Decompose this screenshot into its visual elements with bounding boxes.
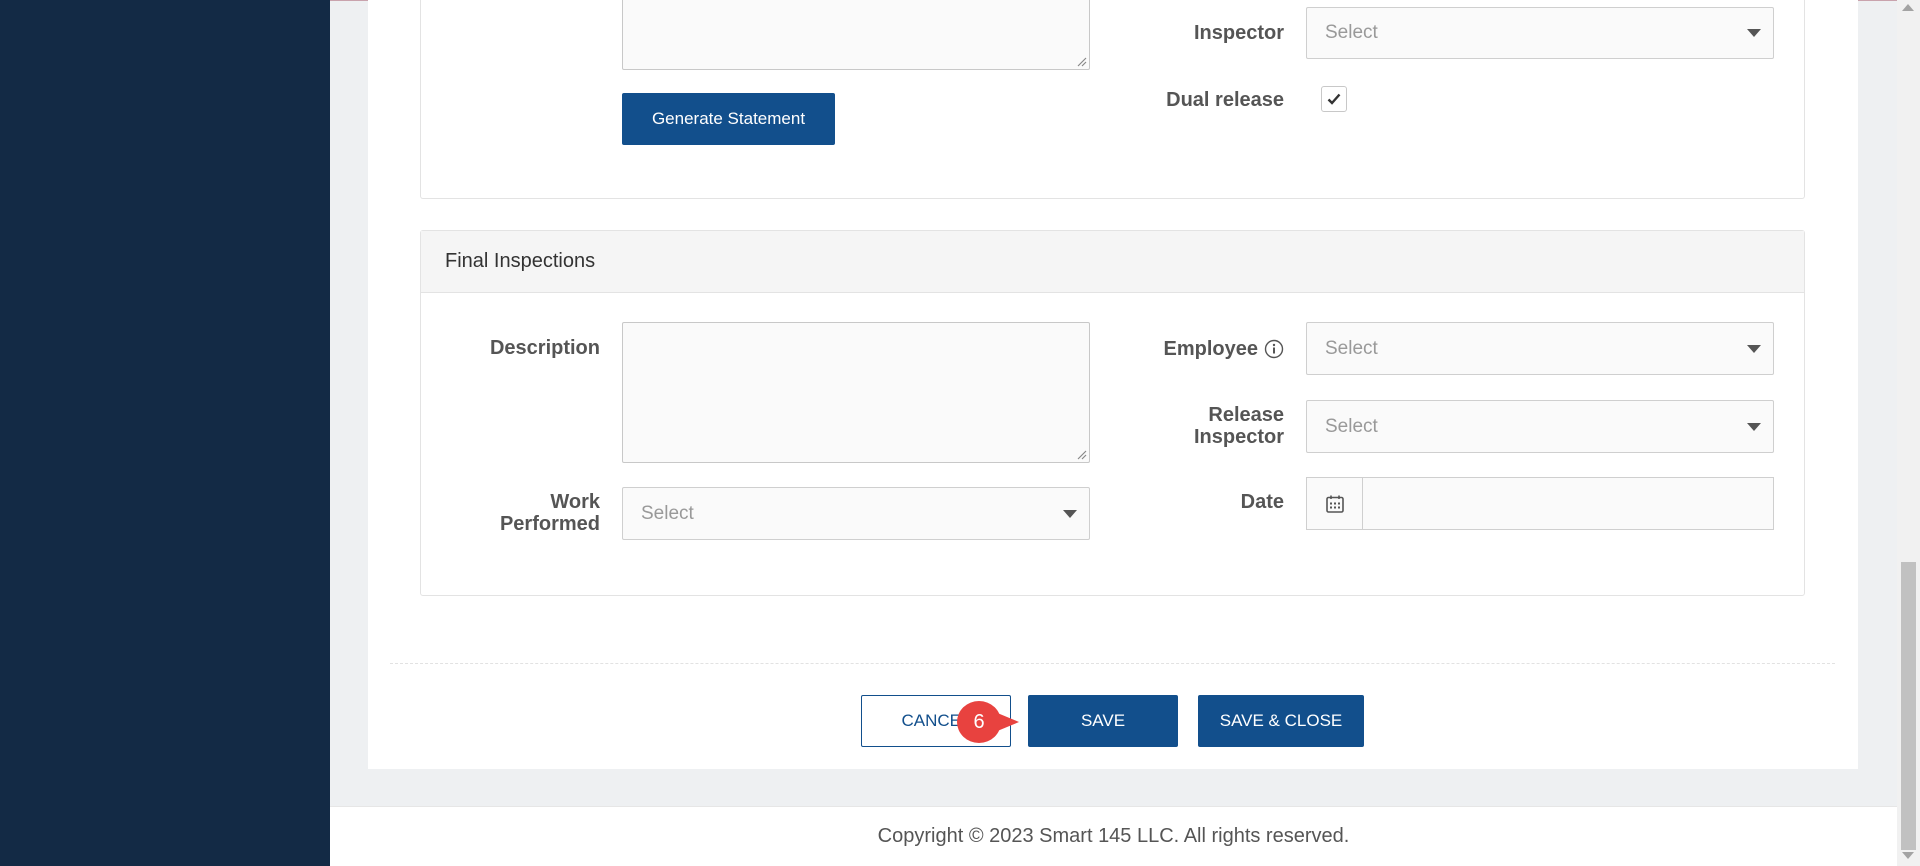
inspector-select-value: Select — [1325, 22, 1378, 43]
actions-divider — [390, 663, 1835, 664]
resize-handle-icon[interactable] — [1075, 448, 1087, 460]
inspector-select[interactable]: Select — [1306, 7, 1774, 59]
date-picker-button[interactable] — [1306, 477, 1362, 530]
date-input[interactable] — [1362, 477, 1774, 530]
scroll-up-icon[interactable] — [1902, 4, 1914, 11]
calendar-icon — [1325, 495, 1344, 513]
work-performed-label: Work Performed — [420, 491, 600, 535]
info-icon[interactable] — [1264, 339, 1284, 359]
date-label: Date — [1240, 491, 1284, 513]
sidebar — [0, 0, 330, 866]
release-inspector-select-value: Select — [1325, 415, 1378, 437]
scrollbar-thumb[interactable] — [1901, 562, 1916, 850]
dual-release-checkbox[interactable] — [1321, 86, 1347, 112]
chevron-down-icon — [1747, 422, 1761, 431]
description-textarea[interactable] — [622, 322, 1090, 463]
work-performed-label-line2: Performed — [499, 513, 600, 535]
employee-label: Employee — [1100, 338, 1284, 360]
work-performed-label-line1: Work — [550, 491, 600, 513]
panel-header: Final Inspections — [421, 231, 1804, 293]
footer: Copyright © 2023 Smart 145 LLC. All righ… — [330, 806, 1897, 866]
employee-select[interactable]: Select — [1306, 322, 1774, 375]
scroll-down-icon[interactable] — [1902, 852, 1914, 859]
resize-handle-icon[interactable] — [1075, 55, 1087, 67]
step-badge: 6 — [957, 701, 1001, 743]
work-performed-select-value: Select — [641, 502, 694, 524]
chevron-down-icon — [1747, 29, 1761, 37]
dual-release-label: Dual release — [1166, 89, 1284, 111]
inspector-label: Inspector — [1193, 22, 1284, 44]
work-performed-select[interactable]: Select — [622, 487, 1090, 540]
chevron-down-icon — [1063, 509, 1077, 518]
checkmark-icon — [1327, 93, 1341, 105]
copyright-text: Copyright © 2023 Smart 145 LLC. All righ… — [877, 825, 1350, 847]
release-inspector-select[interactable]: Select — [1306, 400, 1774, 453]
statement-textarea[interactable] — [622, 0, 1090, 70]
panel-title: Final Inspections — [445, 250, 596, 272]
save-close-button[interactable]: SAVE & CLOSE — [1198, 695, 1364, 747]
release-inspector-label-line1: Release — [1208, 404, 1284, 426]
employee-select-value: Select — [1325, 337, 1378, 359]
description-label: Description — [489, 337, 600, 359]
chevron-down-icon — [1747, 344, 1761, 353]
employee-label-text: Employee — [1163, 338, 1258, 360]
release-inspector-label-line2: Inspector — [1193, 426, 1284, 448]
release-inspector-label: Release Inspector — [1100, 404, 1284, 448]
save-button[interactable]: SAVE — [1028, 695, 1178, 747]
generate-statement-button[interactable]: Generate Statement — [622, 93, 835, 145]
